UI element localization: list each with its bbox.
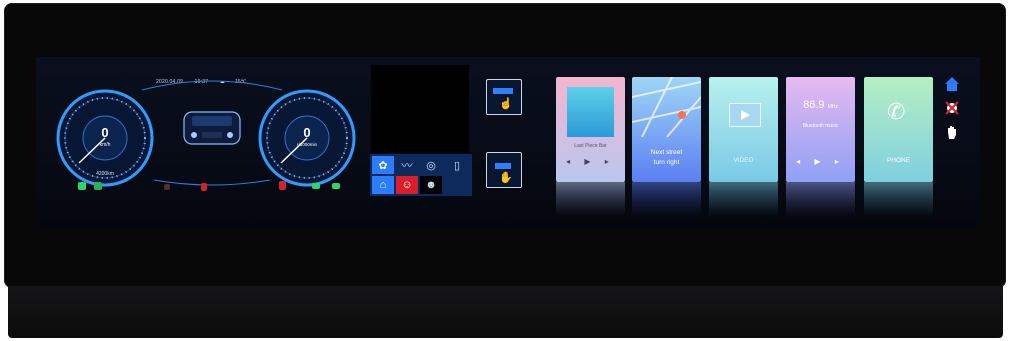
hand-icon[interactable] <box>943 123 961 141</box>
rpm-unit: r/1000min <box>296 142 317 147</box>
face-scan-icon[interactable]: ☻ <box>420 176 442 194</box>
radio-controls[interactable]: ◂ ▶ ▸ <box>786 157 855 166</box>
navigation-card[interactable]: Next street turn right <box>632 77 701 182</box>
nav-line1: Next street <box>650 149 683 156</box>
no-touch-icon[interactable] <box>943 99 961 117</box>
radio-subtitle: Bluetooth music <box>802 123 839 129</box>
music-controls[interactable]: ◂ ▶ ▸ <box>556 157 625 166</box>
nav-line2: turn right <box>653 159 680 166</box>
oil-icon <box>312 183 320 189</box>
camera-preview <box>371 65 469 153</box>
side-nav <box>943 75 963 147</box>
fuel-icon <box>78 182 86 190</box>
video-card[interactable]: VIDEO <box>709 77 778 182</box>
hand-icon: ☝ <box>499 98 513 110</box>
grab-bar-icon <box>495 163 511 169</box>
navigation-reflection <box>632 182 701 217</box>
play-icon <box>729 103 761 127</box>
fan-icon[interactable]: ✿ <box>372 156 394 174</box>
video-reflection <box>709 182 778 217</box>
music-reflection <box>556 182 625 217</box>
wiper-icon[interactable]: 〰 <box>396 156 418 174</box>
instrument-cluster: 2020.04.09 19:37 ☁ 16℃ 0 km/h 4200km 0 r… <box>36 57 366 227</box>
swipe-bar-icon <box>493 88 513 94</box>
driver-icon[interactable]: ☺ <box>396 176 418 194</box>
music-title: Last Piece Bar <box>574 143 607 149</box>
radio-card[interactable]: 86.9 MHz Bluetooth music ◂ ▶ ▸ <box>786 77 855 182</box>
eye-icon[interactable]: ◎ <box>420 156 442 174</box>
phone-icon: ✆ <box>887 99 906 124</box>
gesture-grab-button[interactable]: ✋ <box>486 152 522 188</box>
radio-reflection <box>786 182 855 217</box>
function-icon-grid: ✿ 〰 ◎ ▯ ⌂ ☺ ☻ <box>370 154 472 196</box>
lights-icon <box>332 183 340 189</box>
phone-reflection <box>864 182 933 217</box>
rpm-value: 0 <box>303 125 311 140</box>
phone-card[interactable]: ✆ PHONE <box>864 77 933 182</box>
map-thumbnail <box>632 77 701 137</box>
gesture-swipe-button[interactable]: ☝ <box>486 79 522 115</box>
indicator-icon <box>164 184 170 190</box>
music-card[interactable]: Last Piece Bar ◂ ▶ ▸ <box>556 77 625 182</box>
seat-icon[interactable]: ⌂ <box>372 176 394 194</box>
radio-unit: MHz <box>827 104 838 110</box>
home-icon[interactable] <box>943 75 961 93</box>
temperature-icon <box>201 183 207 191</box>
album-art <box>567 87 614 137</box>
radio-frequency: 86.9 <box>803 99 825 111</box>
display-base <box>8 286 1003 338</box>
dashboard-screen: 2020.04.09 19:37 ☁ 16℃ 0 km/h 4200km 0 r… <box>36 57 980 227</box>
phone-device-icon[interactable]: ▯ <box>446 156 468 174</box>
seatbelt-icon <box>279 181 286 190</box>
phone-title: PHONE <box>886 157 911 164</box>
gas-pump-icon <box>94 182 102 190</box>
video-title: VIDEO <box>733 157 754 164</box>
grab-hand-icon: ✋ <box>499 172 513 184</box>
tachometer: 0 r/1000min <box>256 87 358 189</box>
